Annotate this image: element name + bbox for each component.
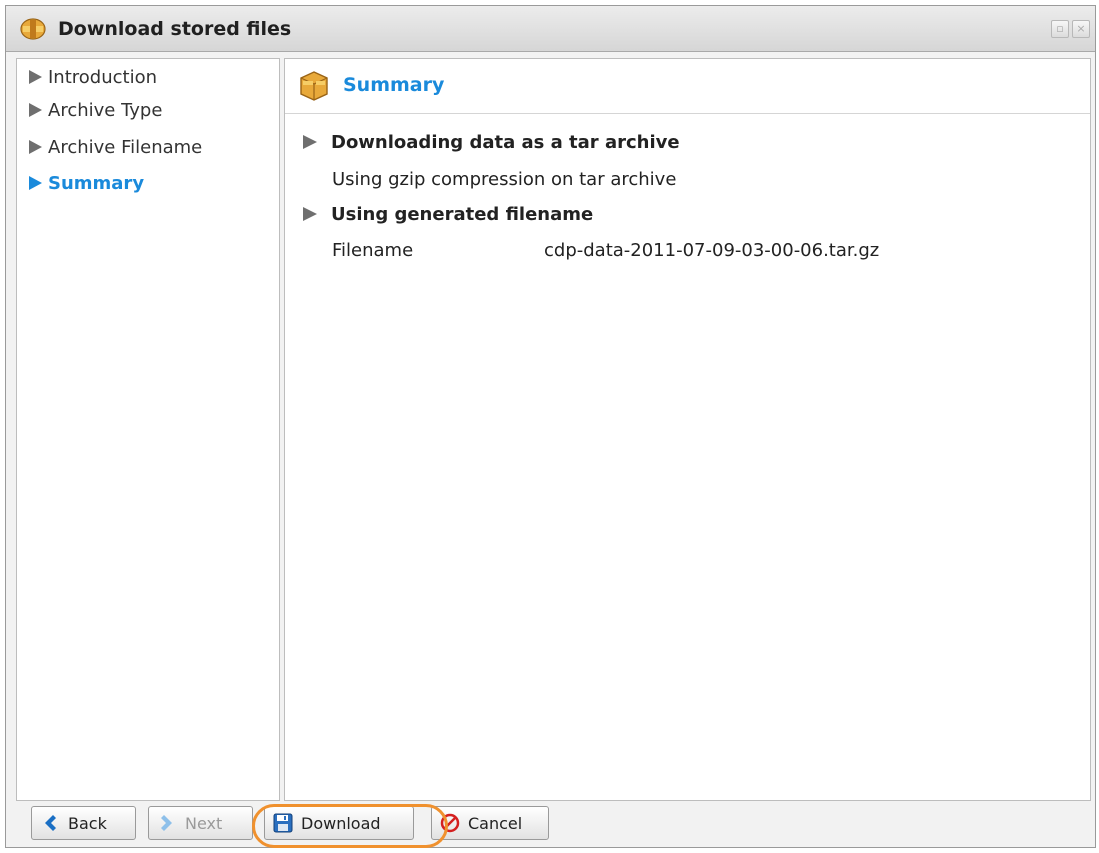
sidebar-item-introduction[interactable]: Introduction (29, 67, 157, 97)
sidebar-item-label: Summary (48, 173, 145, 194)
window-title: Download stored files (58, 18, 292, 40)
wizard-steps-sidebar: Introduction Archive Type Archive Filena… (16, 58, 280, 801)
maximize-button[interactable]: ▫ (1051, 20, 1069, 38)
sidebar-item-label: Introduction (48, 67, 158, 88)
panel-header: Summary (285, 59, 1090, 114)
next-button-label: Next (185, 813, 223, 833)
download-button-label: Download (301, 813, 381, 833)
floppy-disk-icon (273, 813, 293, 833)
back-button[interactable]: Back (31, 806, 136, 840)
sidebar-item-archive-type[interactable]: Archive Type (29, 100, 162, 130)
triangle-right-icon (29, 70, 42, 84)
page-title: Summary (343, 74, 445, 96)
triangle-right-icon (29, 176, 42, 190)
close-button[interactable]: × (1072, 20, 1090, 38)
wizard-window: Download stored files ▫ × Introduction A… (5, 5, 1096, 848)
triangle-right-icon (29, 140, 42, 154)
summary-panel: Summary Downloading data as a tar archiv… (284, 58, 1091, 801)
summary-section-filename: Using generated filename (303, 204, 593, 225)
maximize-icon: ▫ (1056, 22, 1064, 35)
triangle-right-icon (29, 103, 42, 117)
wizard-footer: Back Next Download Cancel (16, 804, 1085, 848)
triangle-right-icon (303, 135, 317, 149)
cancel-button[interactable]: Cancel (431, 806, 549, 840)
cancel-icon (440, 813, 460, 833)
title-bar[interactable]: Download stored files ▫ × (6, 6, 1095, 52)
archive-icon (300, 71, 328, 101)
chevron-right-icon (161, 815, 172, 831)
archive-icon (20, 18, 46, 40)
download-button[interactable]: Download (264, 806, 414, 840)
filename-value: cdp-data-2011-07-09-03-00-06.tar.gz (544, 240, 880, 261)
summary-heading: Using generated filename (331, 204, 594, 225)
sidebar-item-label: Archive Filename (48, 137, 203, 158)
summary-section-archive-type: Downloading data as a tar archive (303, 132, 680, 153)
filename-label: Filename (332, 240, 414, 261)
back-button-label: Back (68, 813, 107, 833)
summary-heading: Downloading data as a tar archive (331, 132, 680, 153)
cancel-button-label: Cancel (468, 813, 523, 833)
sidebar-item-archive-filename[interactable]: Archive Filename (29, 137, 202, 167)
next-button[interactable]: Next (148, 806, 253, 840)
triangle-right-icon (303, 207, 317, 221)
chevron-left-icon (45, 815, 56, 831)
sidebar-item-summary[interactable]: Summary (29, 173, 144, 203)
sidebar-item-label: Archive Type (48, 100, 163, 121)
summary-detail: Using gzip compression on tar archive (332, 169, 677, 190)
close-icon: × (1076, 22, 1086, 35)
